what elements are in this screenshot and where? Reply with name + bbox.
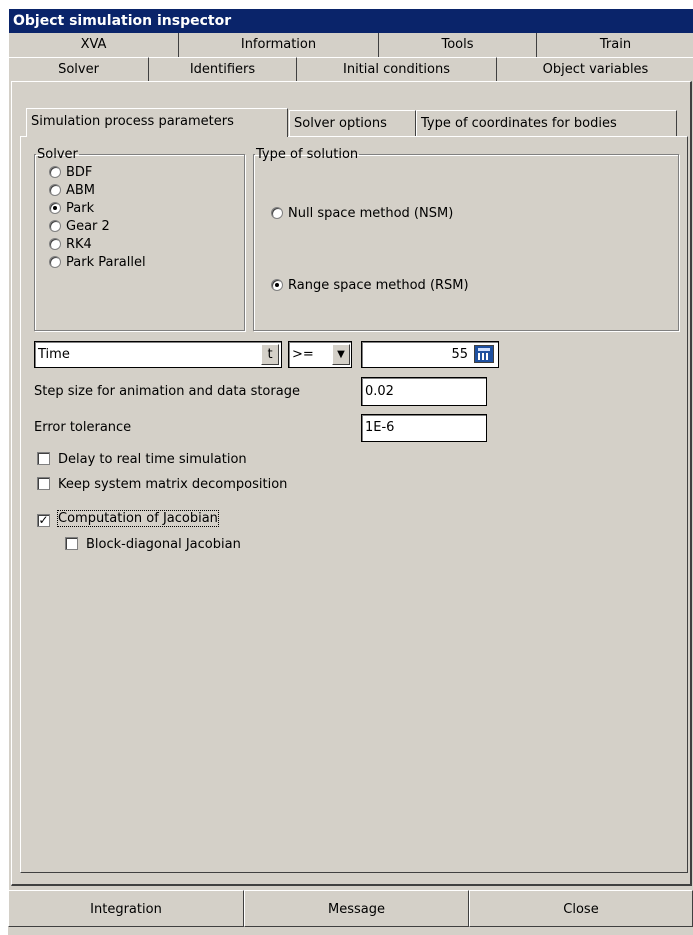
- message-button[interactable]: Message: [244, 890, 469, 927]
- simulation-parameters-panel: Solver BDF ABM Park Gear 2 RK4 Park Para…: [20, 136, 688, 873]
- solver-group-legend: Solver: [37, 147, 78, 162]
- radio-label: Null space method (NSM): [288, 206, 454, 221]
- solution-type-legend: Type of solution: [256, 147, 359, 162]
- error-tolerance-input[interactable]: 1E-6: [361, 414, 487, 442]
- radio-button-icon: [49, 238, 61, 250]
- variable-select-button[interactable]: t: [261, 344, 279, 365]
- radio-label: BDF: [66, 165, 93, 180]
- tab-row-top: XVA Information Tools Train: [9, 33, 693, 57]
- checkbox-block-diagonal-jacobian[interactable]: Block-diagonal Jacobian: [65, 535, 241, 555]
- radio-label: Park Parallel: [66, 255, 146, 270]
- radio-park[interactable]: Park: [49, 200, 94, 218]
- close-button[interactable]: Close: [469, 890, 693, 927]
- checkbox-label: Delay to real time simulation: [58, 452, 247, 467]
- radio-button-icon: [49, 184, 61, 196]
- tab-tools[interactable]: Tools: [379, 33, 537, 57]
- checkbox-label: Block-diagonal Jacobian: [86, 537, 241, 552]
- error-tolerance-value: 1E-6: [365, 420, 395, 435]
- radio-button-icon: [271, 207, 283, 219]
- operator-value: >=: [292, 347, 314, 362]
- radio-gear-2[interactable]: Gear 2: [49, 218, 110, 236]
- radio-park-parallel[interactable]: Park Parallel: [49, 254, 146, 272]
- step-size-value: 0.02: [365, 384, 394, 399]
- radio-button-icon: [49, 166, 61, 178]
- end-condition-variable-field[interactable]: Time: [34, 341, 282, 368]
- subtab-type-of-coordinates[interactable]: Type of coordinates for bodies: [416, 110, 677, 136]
- end-condition-value: 55: [451, 347, 468, 362]
- radio-label: RK4: [66, 237, 92, 252]
- radio-button-icon: [49, 220, 61, 232]
- calculator-icon[interactable]: [474, 345, 494, 363]
- integration-button[interactable]: Integration: [8, 890, 244, 927]
- radio-label: Park: [66, 201, 95, 216]
- tab-information[interactable]: Information: [179, 33, 379, 57]
- tab-xva[interactable]: XVA: [9, 33, 179, 57]
- radio-label: Gear 2: [66, 219, 110, 234]
- checkbox-icon: [37, 477, 50, 490]
- radio-button-icon: [49, 256, 61, 268]
- tab-train[interactable]: Train: [537, 33, 693, 57]
- subtab-simulation-process-parameters[interactable]: Simulation process parameters: [26, 108, 288, 137]
- radio-null-space-method[interactable]: Null space method (NSM): [271, 205, 453, 223]
- radio-label: Range space method (RSM): [288, 278, 469, 293]
- radio-button-selected-icon: [49, 202, 61, 214]
- window-title: Object simulation inspector: [9, 9, 693, 33]
- checkbox-icon: [37, 452, 50, 465]
- radio-range-space-method[interactable]: Range space method (RSM): [271, 277, 469, 295]
- checkbox-checked-icon: ✓: [37, 513, 50, 527]
- radio-rk4[interactable]: RK4: [49, 236, 92, 254]
- checkbox-keep-matrix-decomposition[interactable]: Keep system matrix decomposition: [37, 475, 287, 495]
- end-condition-variable: Time: [38, 347, 70, 362]
- solution-type-group: Type of solution: [253, 147, 679, 331]
- triangle-down-icon[interactable]: ▼: [332, 344, 350, 365]
- checkbox-label: Keep system matrix decomposition: [58, 477, 288, 492]
- tab-object-variables[interactable]: Object variables: [497, 57, 693, 81]
- step-size-label: Step size for animation and data storage: [34, 384, 300, 399]
- tab-row-bottom: Solver Identifiers Initial conditions Ob…: [9, 57, 693, 81]
- checkbox-icon: [65, 537, 78, 550]
- tab-identifiers[interactable]: Identifiers: [149, 57, 297, 81]
- radio-button-selected-icon: [271, 279, 283, 291]
- checkbox-label: Computation of Jacobian: [57, 510, 219, 527]
- bottom-button-bar: Integration Message Close: [8, 890, 693, 935]
- tab-initial-conditions[interactable]: Initial conditions: [297, 57, 497, 81]
- step-size-input[interactable]: 0.02: [361, 377, 487, 406]
- radio-bdf[interactable]: BDF: [49, 164, 92, 182]
- checkbox-computation-of-jacobian[interactable]: ✓ Computation of Jacobian: [37, 509, 219, 529]
- subtab-solver-options[interactable]: Solver options: [289, 110, 416, 136]
- error-tolerance-label: Error tolerance: [34, 420, 132, 435]
- tab-solver[interactable]: Solver: [9, 57, 149, 81]
- radio-abm[interactable]: ABM: [49, 182, 95, 200]
- checkbox-delay-real-time[interactable]: Delay to real time simulation: [37, 450, 247, 470]
- radio-label: ABM: [66, 183, 96, 198]
